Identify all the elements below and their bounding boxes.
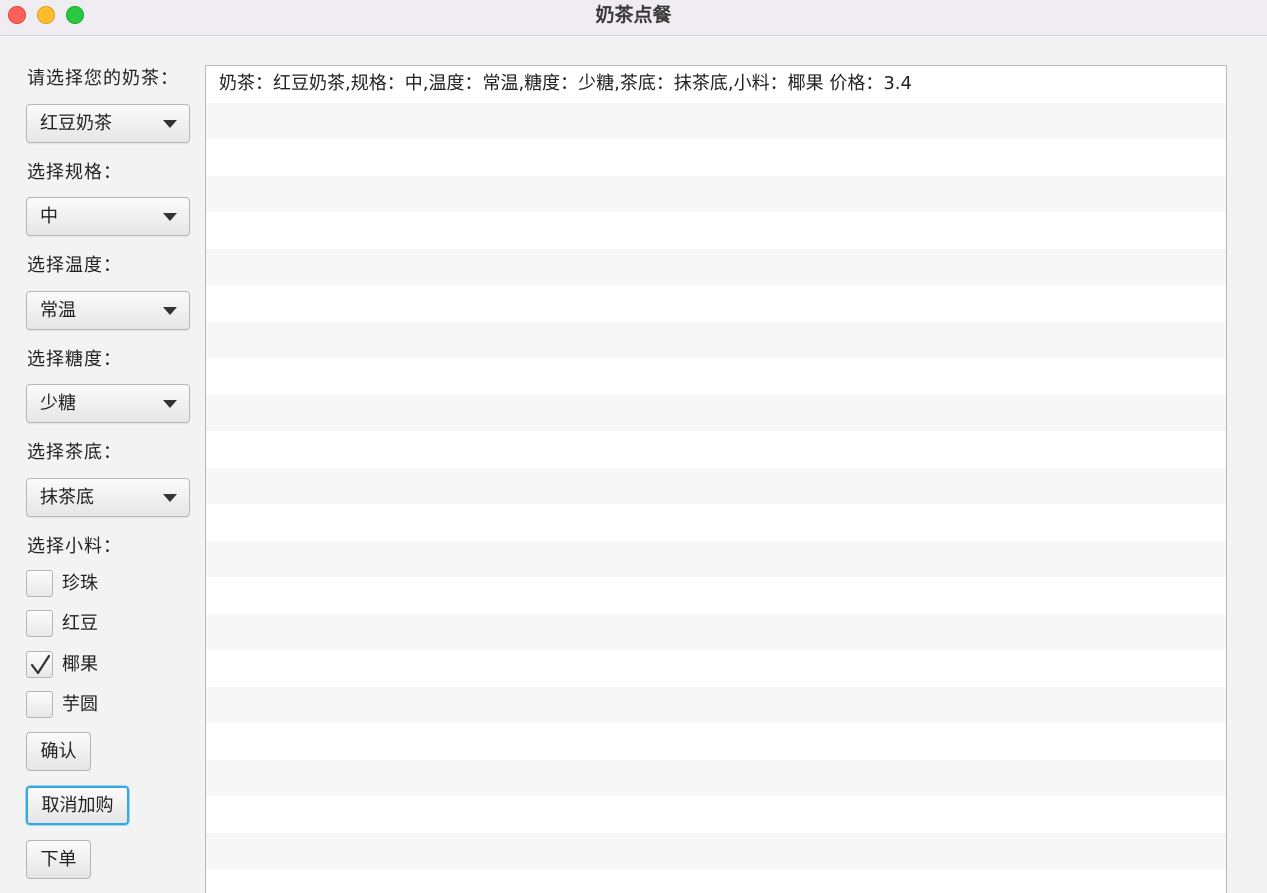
order-list[interactable]: 奶茶：红豆奶茶,规格：中,温度：常温,糖度：少糖,茶底：抹茶底,小料：椰果 价格…: [205, 65, 1227, 893]
topping-label: 芋圆: [62, 694, 98, 715]
order-list-empty-row: [206, 175, 1226, 212]
topping-taro-ball-checkbox[interactable]: [26, 691, 53, 718]
order-list-empty-row: [206, 248, 1226, 285]
order-list-empty-row: [206, 102, 1226, 139]
size-label: 选择规格：: [27, 162, 122, 183]
toppings-label: 选择小料：: [27, 536, 122, 557]
order-list-empty-row: [206, 832, 1226, 869]
sugar-select[interactable]: 少糖: [26, 384, 190, 423]
topping-label: 珍珠: [62, 573, 98, 594]
order-list-empty-row: [206, 139, 1226, 176]
order-list-empty-row: [206, 869, 1226, 893]
order-list-empty-row: [206, 431, 1226, 468]
tea-base-label: 选择茶底：: [27, 442, 122, 463]
order-list-empty-row: [206, 212, 1226, 249]
temperature-select-value: 常温: [40, 300, 76, 321]
title-bar: 奶茶点餐: [0, 0, 1267, 36]
size-select[interactable]: 中: [26, 197, 190, 236]
temperature-label: 选择温度：: [27, 255, 122, 276]
temperature-select[interactable]: 常温: [26, 291, 190, 330]
tea-label: 请选择您的奶茶：: [27, 68, 179, 89]
dropdown-arrow-icon: [163, 213, 177, 221]
order-list-empty-row: [206, 796, 1226, 833]
order-list-empty-row: [206, 759, 1226, 796]
tea-select-value: 红豆奶茶: [40, 113, 112, 134]
size-select-value: 中: [40, 206, 58, 227]
order-list-empty-row: [206, 504, 1226, 541]
tea-base-select-value: 抹茶底: [40, 487, 94, 508]
dropdown-arrow-icon: [163, 120, 177, 128]
tea-select[interactable]: 红豆奶茶: [26, 104, 190, 143]
topping-pearl-checkbox[interactable]: [26, 570, 53, 597]
order-list-empty-row: [206, 577, 1226, 614]
app-window: 奶茶点餐 请选择您的奶茶： 红豆奶茶 选择规格： 中 选择温度： 常温 选择糖度…: [0, 0, 1267, 893]
dropdown-arrow-icon: [163, 400, 177, 408]
sugar-label: 选择糖度：: [27, 349, 122, 370]
order-list-empty-row: [206, 321, 1226, 358]
topping-red-bean-checkbox[interactable]: [26, 610, 53, 637]
window-title: 奶茶点餐: [595, 4, 672, 26]
order-list-empty-row: [206, 358, 1226, 395]
checkmark-icon: [30, 654, 51, 675]
order-list-item[interactable]: 奶茶：红豆奶茶,规格：中,温度：常温,糖度：少糖,茶底：抹茶底,小料：椰果 价格…: [206, 66, 1226, 103]
sugar-select-value: 少糖: [40, 393, 76, 414]
cancel-add-button[interactable]: 取消加购: [26, 786, 129, 825]
order-list-empty-row: [206, 394, 1226, 431]
order-list-empty-row: [206, 723, 1226, 760]
order-list-empty-row: [206, 540, 1226, 577]
order-list-empty-row: [206, 686, 1226, 723]
order-list-empty-row: [206, 613, 1226, 650]
topping-label: 椰果: [62, 654, 98, 675]
order-list-empty-row: [206, 650, 1226, 687]
order-list-empty-row: [206, 467, 1226, 504]
place-order-button[interactable]: 下单: [26, 840, 91, 879]
tea-base-select[interactable]: 抹茶底: [26, 478, 190, 517]
order-list-empty-row: [206, 285, 1226, 322]
confirm-button[interactable]: 确认: [26, 732, 91, 771]
topping-coconut-checkbox[interactable]: [26, 651, 53, 678]
dropdown-arrow-icon: [163, 307, 177, 315]
dropdown-arrow-icon: [163, 494, 177, 502]
topping-label: 红豆: [62, 613, 98, 634]
